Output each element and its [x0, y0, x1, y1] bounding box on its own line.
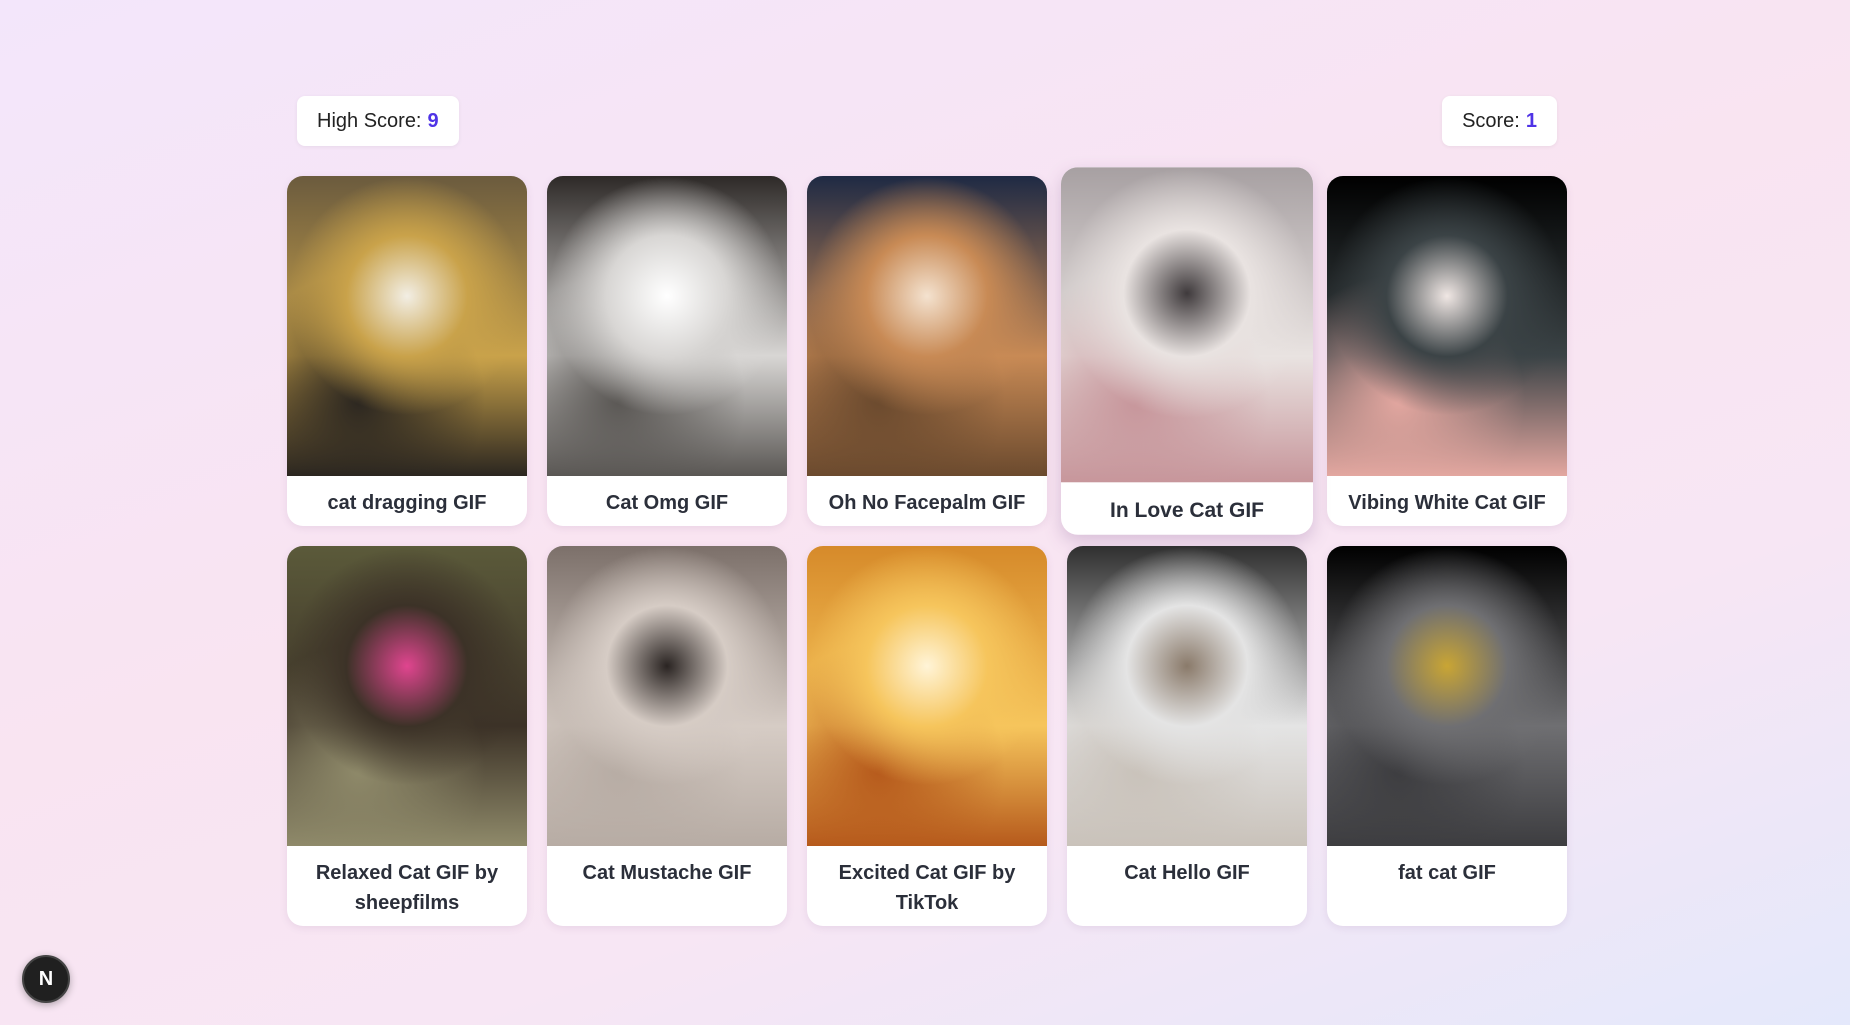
high-score-box: High Score: 9 — [297, 96, 459, 146]
next-badge-label: N — [38, 967, 54, 990]
card-grid: cat dragging GIF Cat Omg GIF Oh No Facep… — [287, 167, 1567, 926]
card[interactable]: Vibing White Cat GIF — [1327, 176, 1567, 526]
cat-omg-image — [547, 176, 787, 476]
cat-hello-image — [1067, 546, 1307, 846]
cat-vibing-image — [1327, 176, 1567, 476]
cat-excited-image — [807, 546, 1047, 846]
cat-relaxed-image — [287, 546, 527, 846]
card-caption: Cat Omg GIF — [605, 492, 729, 514]
card[interactable]: Cat Hello GIF — [1067, 546, 1307, 926]
high-score-value: 9 — [427, 109, 439, 132]
card-caption: fat cat GIF — [1398, 862, 1496, 884]
cat-mustache-image — [547, 546, 787, 846]
card[interactable]: cat dragging GIF — [287, 176, 527, 526]
card-caption: Vibing White Cat GIF — [1348, 492, 1546, 514]
cat-dragging-image — [287, 176, 527, 476]
card[interactable]: Cat Omg GIF — [547, 176, 787, 526]
card[interactable]: Excited Cat GIF by TikTok — [807, 546, 1047, 926]
card-caption: Oh No Facepalm GIF — [828, 492, 1026, 514]
card-caption: Cat Mustache GIF — [582, 862, 752, 884]
card[interactable]: fat cat GIF — [1327, 546, 1567, 926]
cat-in-love-image — [1061, 167, 1313, 483]
cat-facepalm-image — [807, 176, 1047, 476]
high-score-label: High Score: — [317, 109, 422, 132]
cat-fat-image — [1327, 546, 1567, 846]
score-label: Score: — [1462, 109, 1520, 132]
nextjs-icon[interactable]: N — [22, 955, 70, 1003]
card-caption: Excited Cat GIF by TikTok — [838, 862, 1016, 914]
card-caption: cat dragging GIF — [327, 492, 487, 514]
card[interactable]: Relaxed Cat GIF by sheepfilms — [287, 546, 527, 926]
score-box: Score: 1 — [1442, 96, 1557, 146]
card[interactable]: In Love Cat GIF — [1061, 167, 1313, 535]
card-caption: Cat Hello GIF — [1124, 862, 1250, 884]
card-caption: Relaxed Cat GIF by sheepfilms — [315, 862, 499, 914]
card[interactable]: Cat Mustache GIF — [547, 546, 787, 926]
score-value: 1 — [1525, 109, 1537, 132]
card-caption: In Love Cat GIF — [1109, 499, 1265, 523]
card[interactable]: Oh No Facepalm GIF — [807, 176, 1047, 526]
